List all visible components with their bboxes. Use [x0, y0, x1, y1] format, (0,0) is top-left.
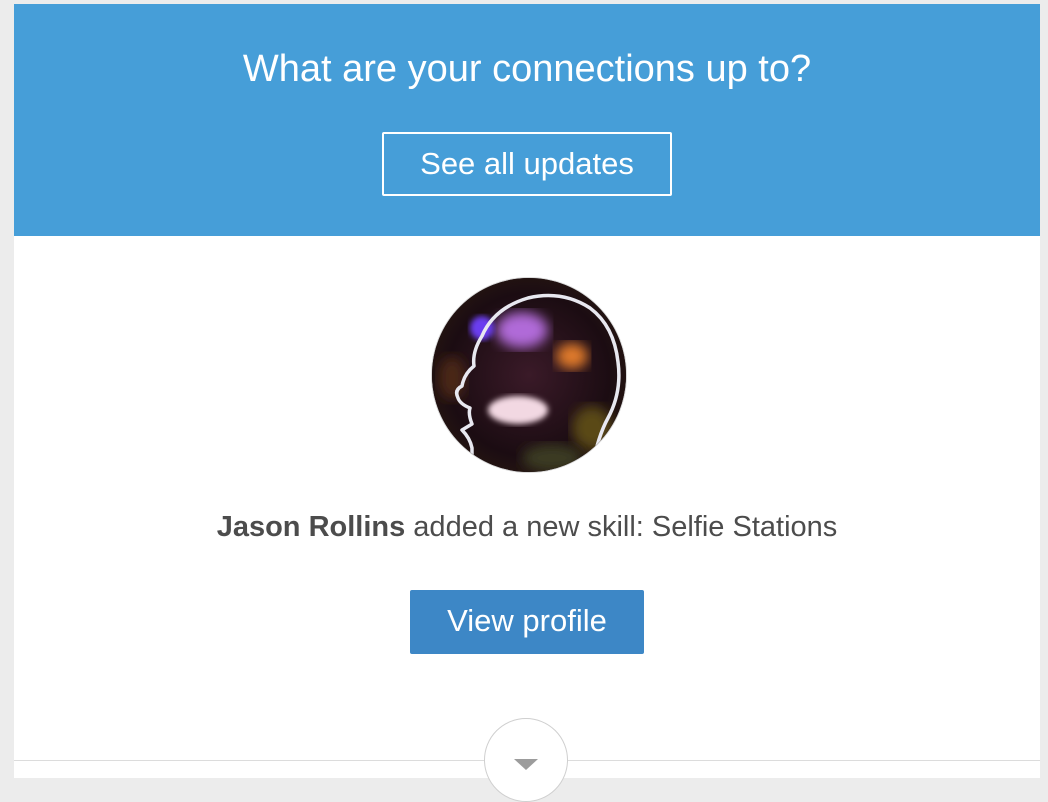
connections-banner: What are your connections up to? See all…	[14, 4, 1040, 236]
update-text: Jason Rollins added a new skill: Selfie …	[14, 507, 1040, 547]
view-profile-button[interactable]: View profile	[410, 590, 644, 654]
see-all-updates-button[interactable]: See all updates	[382, 132, 672, 196]
banner-title: What are your connections up to?	[242, 48, 812, 90]
connection-name[interactable]: Jason Rollins	[217, 511, 406, 543]
avatar[interactable]	[431, 277, 627, 473]
chevron-down-icon	[514, 759, 538, 770]
head-silhouette-icon	[432, 278, 626, 472]
connections-update-card: What are your connections up to? See all…	[14, 4, 1040, 802]
update-action-text: added a new skill: Selfie Stations	[405, 511, 838, 543]
expand-button[interactable]	[484, 718, 568, 802]
